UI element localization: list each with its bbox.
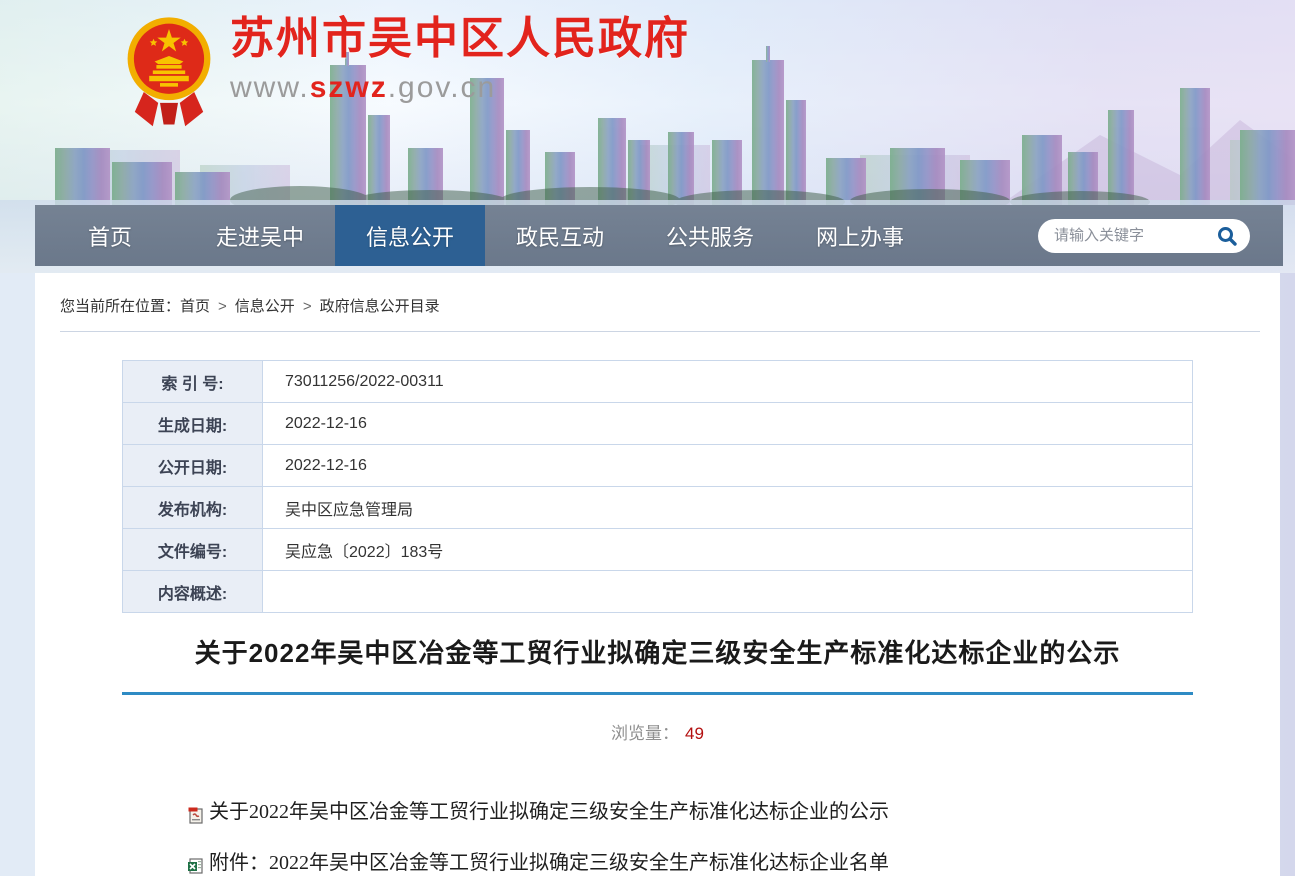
meta-value-issuing-agency: 吴中区应急管理局 [263, 487, 1193, 529]
meta-label-summary: 内容概述: [123, 571, 263, 613]
nav-item-about-wuzhong[interactable]: 走进吴中 [185, 205, 335, 266]
meta-value-created-date: 2022-12-16 [263, 403, 1193, 445]
table-row: 文件编号: 吴应急〔2022〕183号 [123, 529, 1193, 571]
search-icon [1216, 225, 1238, 247]
breadcrumb-info-link[interactable]: 信息公开 [235, 298, 295, 315]
nav-item-online-affairs[interactable]: 网上办事 [785, 205, 935, 266]
table-row: 生成日期: 2022-12-16 [123, 403, 1193, 445]
meta-label-issuing-agency: 发布机构: [123, 487, 263, 529]
breadcrumb-divider [60, 331, 1260, 332]
list-item[interactable]: 关于2022年吴中区冶金等工贸行业拟确定三级安全生产标准化达标企业的公示 [187, 800, 1280, 824]
excel-icon [187, 857, 205, 875]
search-button[interactable] [1214, 223, 1240, 249]
meta-value-summary [263, 571, 1193, 613]
nav-item-home[interactable]: 首页 [35, 205, 185, 266]
table-row: 公开日期: 2022-12-16 [123, 445, 1193, 487]
meta-label-doc-number: 文件编号: [123, 529, 263, 571]
meta-label-index-no: 索 引 号: [123, 361, 263, 403]
view-count: 浏览量： 49 [35, 719, 1280, 744]
attachment-list: 关于2022年吴中区冶金等工贸行业拟确定三级安全生产标准化达标企业的公示 附件：… [187, 800, 1280, 875]
table-row: 发布机构: 吴中区应急管理局 [123, 487, 1193, 529]
pdf-doc-icon [187, 806, 205, 824]
site-title: 苏州市吴中区人民政府 [230, 15, 690, 63]
content-panel: 您当前所在位置：首页 > 信息公开 > 政府信息公开目录 索 引 号: 73011256… [35, 273, 1280, 876]
site-url-prefix: www. [230, 71, 310, 104]
page-title: 关于2022年吴中区冶金等工贸行业拟确定三级安全生产标准化达标企业的公示 [35, 633, 1280, 670]
search-input[interactable] [1054, 227, 1214, 244]
breadcrumb: 您当前所在位置：首页 > 信息公开 > 政府信息公开目录 [35, 273, 1280, 316]
meta-value-publish-date: 2022-12-16 [263, 445, 1193, 487]
list-item[interactable]: 附件：2022年吴中区冶金等工贸行业拟确定三级安全生产标准化达标企业名单 [187, 851, 1280, 875]
site-search [1038, 219, 1250, 253]
site-url-highlight: szwz [310, 71, 388, 104]
attachment-link-announcement[interactable]: 关于2022年吴中区冶金等工贸行业拟确定三级安全生产标准化达标企业的公示 [209, 800, 889, 824]
view-count-value: 49 [685, 724, 704, 743]
site-url: www.szwz.gov.cn [230, 71, 690, 105]
site-brand: 苏州市吴中区人民政府 www.szwz.gov.cn [124, 5, 690, 135]
breadcrumb-separator: > [303, 298, 312, 315]
document-meta-table: 索 引 号: 73011256/2022-00311 生成日期: 2022-12… [122, 360, 1193, 613]
national-emblem-logo [124, 5, 214, 135]
nav-item-info-disclosure[interactable]: 信息公开 [335, 205, 485, 266]
nav-item-gov-interaction[interactable]: 政民互动 [485, 205, 635, 266]
title-divider [122, 692, 1193, 695]
attachment-link-company-list[interactable]: 附件：2022年吴中区冶金等工贸行业拟确定三级安全生产标准化达标企业名单 [209, 851, 889, 875]
site-url-suffix: .gov.cn [388, 71, 497, 104]
table-row: 索 引 号: 73011256/2022-00311 [123, 361, 1193, 403]
breadcrumb-separator: > [218, 298, 227, 315]
meta-label-created-date: 生成日期: [123, 403, 263, 445]
table-row: 内容概述: [123, 571, 1193, 613]
breadcrumb-home-link[interactable]: 首页 [180, 298, 210, 315]
meta-label-publish-date: 公开日期: [123, 445, 263, 487]
nav-item-public-services[interactable]: 公共服务 [635, 205, 785, 266]
view-count-label: 浏览量： [611, 724, 679, 743]
meta-value-doc-number: 吴应急〔2022〕183号 [263, 529, 1193, 571]
breadcrumb-catalog-link[interactable]: 政府信息公开目录 [320, 298, 440, 315]
main-navbar: 首页 走进吴中 信息公开 政民互动 公共服务 网上办事 [35, 205, 1283, 266]
meta-value-index-no: 73011256/2022-00311 [263, 361, 1193, 403]
breadcrumb-prefix: 您当前所在位置： [60, 298, 180, 315]
